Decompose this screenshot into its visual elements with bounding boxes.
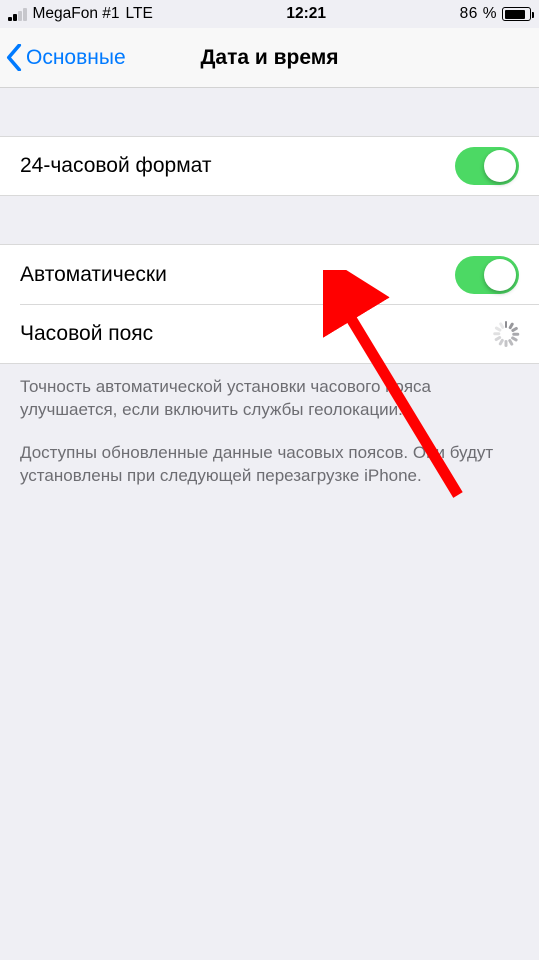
page-title: Дата и время (200, 46, 338, 70)
carrier-label: MegaFon #1 (33, 5, 120, 23)
status-bar: MegaFon #1 LTE 12:21 86 % (0, 0, 539, 28)
signal-strength-icon (8, 8, 27, 21)
status-left: MegaFon #1 LTE (8, 5, 153, 23)
row-24h-format[interactable]: 24-часовой формат (0, 136, 539, 196)
row-label: 24-часовой формат (20, 154, 211, 178)
status-time: 12:21 (286, 5, 326, 23)
row-label: Часовой пояс (20, 322, 153, 346)
group-footer: Точность автоматической установки часово… (0, 364, 539, 488)
status-right: 86 % (460, 5, 531, 23)
nav-bar: Основные Дата и время (0, 28, 539, 88)
group-automatic: Автоматически Часовой пояс Точность авто… (0, 244, 539, 488)
row-automatic[interactable]: Автоматически (0, 244, 539, 304)
row-label: Автоматически (20, 263, 167, 287)
switch-automatic[interactable] (455, 256, 519, 294)
switch-24h-format[interactable] (455, 147, 519, 185)
chevron-left-icon (6, 44, 22, 71)
back-label: Основные (26, 46, 126, 70)
footer-paragraph-2: Доступны обновленные данные часовых пояс… (20, 442, 519, 488)
footer-paragraph-1: Точность автоматической установки часово… (20, 376, 519, 422)
back-button[interactable]: Основные (0, 44, 126, 71)
row-timezone[interactable]: Часовой пояс (0, 304, 539, 364)
network-type-label: LTE (126, 5, 153, 23)
loading-spinner-icon (493, 321, 519, 347)
battery-percent-label: 86 % (460, 5, 497, 23)
battery-icon (502, 7, 531, 21)
group-time-format: 24-часовой формат (0, 136, 539, 196)
